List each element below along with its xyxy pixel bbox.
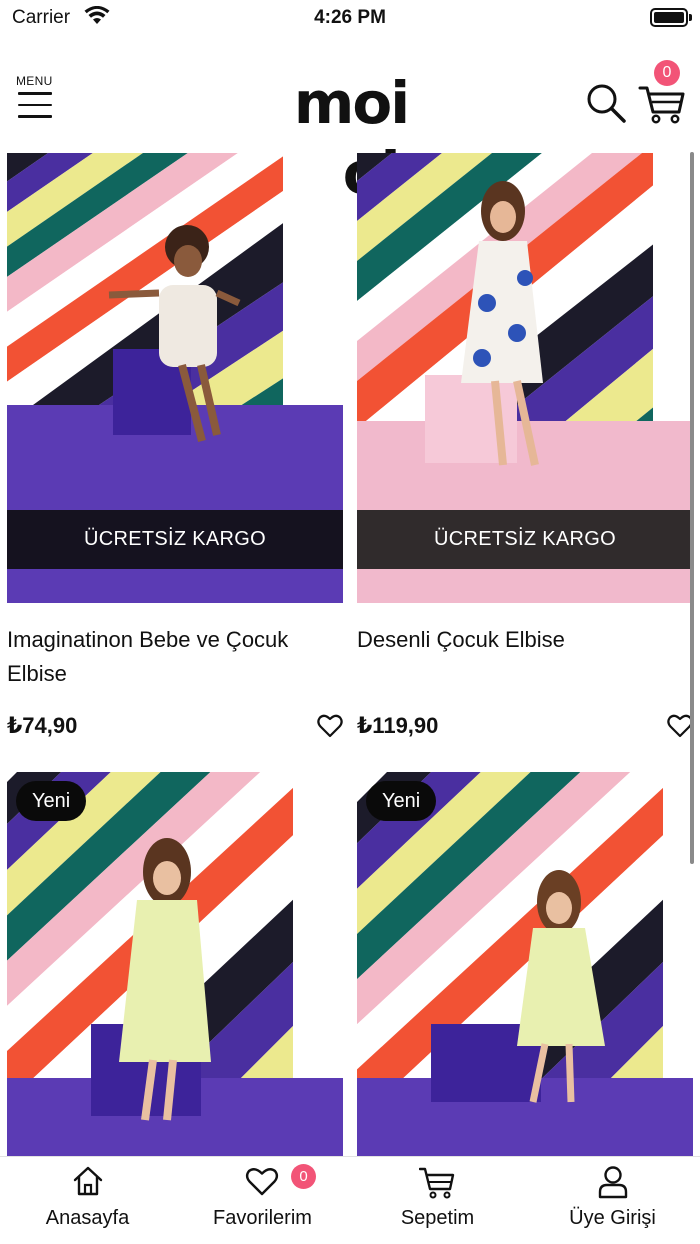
search-icon[interactable] xyxy=(585,82,627,124)
status-bar: Carrier 4:26 PM xyxy=(0,0,700,38)
product-image[interactable] xyxy=(7,772,343,1156)
cart-count-badge: 0 xyxy=(654,60,680,86)
tab-label: Favorilerim xyxy=(213,1207,312,1229)
product-card[interactable]: Yeni xyxy=(357,772,693,1156)
menu-label: MENU xyxy=(16,74,53,88)
new-badge: Yeni xyxy=(366,781,437,821)
hamburger-icon xyxy=(18,92,52,127)
clock: 4:26 PM xyxy=(314,7,386,28)
tab-label: Sepetim xyxy=(400,1207,475,1229)
tab-cart[interactable]: Sepetim xyxy=(350,1157,525,1244)
favorite-heart-icon[interactable] xyxy=(317,713,343,739)
heart-icon xyxy=(245,1168,279,1196)
user-icon xyxy=(598,1166,628,1199)
product-card[interactable]: Yeni xyxy=(7,772,343,1156)
tab-account[interactable]: Üye Girişi xyxy=(525,1157,700,1244)
free-shipping-banner: ÜCRETSİZ KARGO xyxy=(7,510,343,569)
tab-label: Üye Girişi xyxy=(569,1207,656,1229)
favorites-count-badge: 0 xyxy=(291,1164,316,1189)
free-shipping-banner: ÜCRETSİZ KARGO xyxy=(357,510,693,569)
tab-label: Anasayfa xyxy=(45,1207,130,1229)
product-name[interactable]: Desenli Çocuk Elbise xyxy=(357,623,693,657)
product-price: ₺74,90 xyxy=(7,713,78,738)
tab-favorites[interactable]: 0 Favorilerim xyxy=(175,1157,350,1244)
battery-nub xyxy=(689,14,692,21)
app-header: MENU moi noi xyxy=(0,38,700,207)
product-card[interactable]: ÜCRETSİZ KARGO Imaginatinon Bebe ve Çocu… xyxy=(7,153,343,753)
home-icon xyxy=(73,1166,103,1196)
cart-icon xyxy=(419,1167,455,1199)
product-card[interactable]: ÜCRETSİZ KARGO Desenli Çocuk Elbise ₺119… xyxy=(357,153,693,753)
bottom-tab-bar: Anasayfa 0 Favorilerim Sepetim Üye Giriş… xyxy=(0,1156,700,1244)
product-name[interactable]: Imaginatinon Bebe ve Çocuk Elbise xyxy=(7,623,343,691)
product-image[interactable] xyxy=(357,772,693,1156)
scrollbar[interactable] xyxy=(690,152,694,864)
battery-icon xyxy=(650,8,688,27)
tab-home[interactable]: Anasayfa xyxy=(0,1157,175,1244)
new-badge: Yeni xyxy=(16,781,87,821)
product-price: ₺119,90 xyxy=(357,713,439,738)
menu-button[interactable]: MENU xyxy=(16,74,56,122)
